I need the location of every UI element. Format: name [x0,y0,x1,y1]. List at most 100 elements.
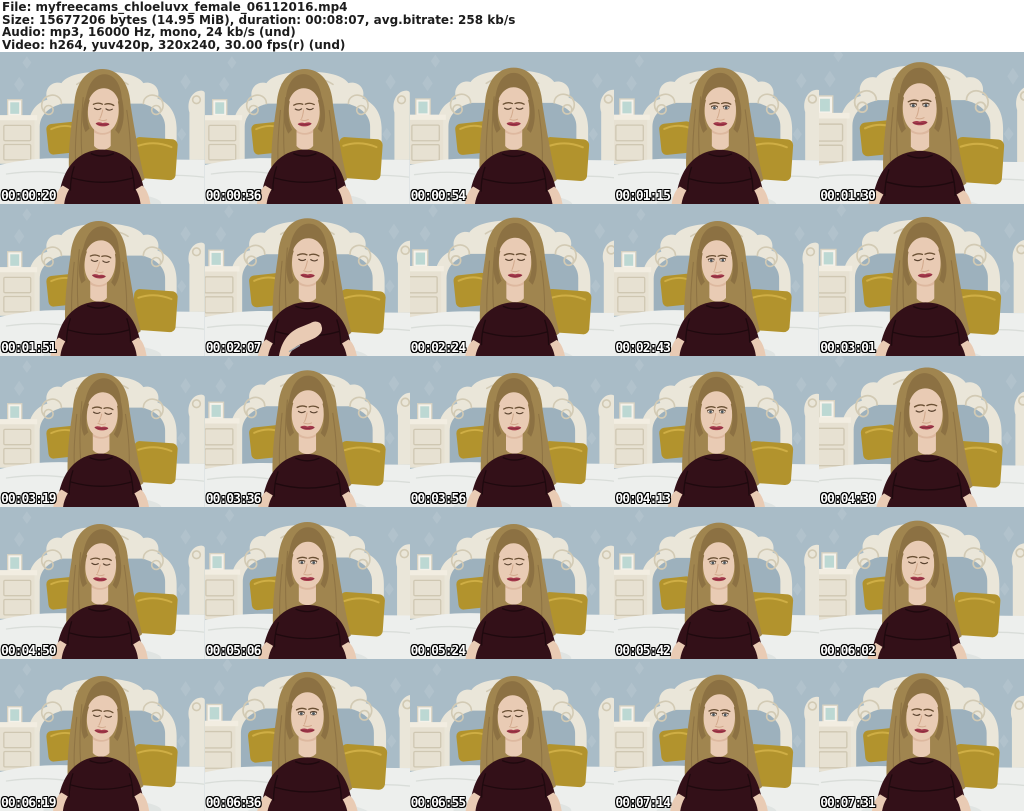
timestamp-label: 00:07:31 [820,795,876,811]
bed-post [599,89,615,161]
thumbnail: 00:04:50 [0,507,205,660]
thumbnail: 00:05:06 [204,507,410,660]
thumbnail: 00:01:51 [0,203,205,356]
timestamp-label: 00:02:43 [615,340,671,356]
thumbnail: 00:06:02 [819,507,1024,660]
bed-post [598,697,615,768]
timestamp-label: 00:05:24 [410,644,467,660]
webcam-frame-illustration [614,203,820,356]
timestamp-label: 00:03:01 [820,340,876,356]
webcam-frame-illustration [204,52,410,204]
webcam-frame-illustration [0,52,205,204]
timestamp-label: 00:04:30 [820,492,876,508]
bed-post [395,544,410,616]
bed-post [1012,239,1024,314]
timestamp-label: 00:00:36 [205,188,262,204]
webcam-frame-illustration [409,507,615,660]
webcam-frame-illustration [0,203,205,356]
thumbnail: 00:06:19 [0,659,205,811]
timestamp-label: 00:06:36 [205,795,262,811]
thumbnail: 00:05:42 [614,507,820,660]
timestamp-label: 00:04:13 [615,492,671,508]
thumbnail: 00:03:56 [409,355,615,508]
webcam-frame-illustration [0,659,205,811]
webcam-frame-illustration [204,203,410,356]
timestamp-label: 00:03:56 [410,492,467,508]
thumbnail: 00:05:24 [409,507,615,660]
timestamp-label: 00:05:42 [615,644,671,660]
file-info-audio-line: Audio: mp3, 16000 Hz, mono, 24 kb/s (und… [2,25,296,40]
timestamp-label: 00:03:19 [1,492,57,508]
file-info-header: File: myfreecams_chloeluvx_female_061120… [0,0,1024,52]
bed-post [802,242,820,312]
bed-post [598,394,615,464]
bed-post [804,696,820,768]
bed-post [188,242,205,312]
webcam-frame-illustration [819,203,1024,356]
thumbnail: 00:01:15 [614,52,820,204]
timestamp-label: 00:01:51 [1,340,57,356]
timestamp-label: 00:03:36 [205,492,262,508]
thumbnail: 00:03:01 [819,203,1024,356]
webcam-frame-illustration [614,355,820,508]
webcam-frame-illustration [409,659,615,811]
bed-post [1011,695,1024,768]
thumbnail: 00:01:30 [819,52,1024,204]
file-info-file-line: File: myfreecams_chloeluvx_female_061120… [2,0,348,14]
bed-post [804,89,820,161]
bed-post [393,90,410,160]
webcam-frame-illustration [614,52,820,204]
bed-post [396,240,410,313]
bed-post [1016,87,1024,163]
thumbnail: 00:02:43 [614,203,820,356]
webcam-frame-illustration [614,659,820,811]
timestamp-label: 00:06:02 [820,644,876,660]
webcam-frame-illustration [819,659,1024,811]
thumbnail: 00:04:30 [819,355,1024,508]
thumbnail: 00:02:07 [204,203,410,356]
timestamp-label: 00:02:24 [410,340,467,356]
thumbnail: 00:06:55 [409,659,615,811]
timestamp-label: 00:02:07 [205,340,262,356]
thumbnail: 00:03:36 [204,355,410,508]
bed-post [804,393,820,464]
timestamp-label: 00:07:14 [615,795,671,811]
thumbnail: 00:07:14 [614,659,820,811]
thumbnail: 00:07:31 [819,659,1024,811]
bed-post [1014,391,1024,466]
bed-post [804,545,820,616]
bed-post [188,697,205,768]
webcam-frame-illustration [204,355,410,508]
thumbnail: 00:02:24 [409,203,615,356]
contact-sheet: File: myfreecams_chloeluvx_female_061120… [0,0,1024,811]
webcam-frame-illustration [409,52,615,204]
webcam-frame-illustration [819,52,1024,204]
timestamp-label: 00:01:15 [615,188,671,204]
webcam-frame-illustration [0,355,205,508]
webcam-frame-illustration [409,355,615,508]
timestamp-label: 00:00:20 [1,188,57,204]
webcam-frame-illustration [614,507,820,660]
bed-post [602,240,615,313]
bed-post [188,546,205,616]
thumbnail: 00:00:36 [204,52,410,204]
thumbnail: 00:03:19 [0,355,205,508]
webcam-frame-illustration [409,203,615,356]
timestamp-label: 00:06:55 [410,795,467,811]
timestamp-label: 00:06:19 [1,795,57,811]
timestamp-label: 00:01:30 [820,188,876,204]
webcam-frame-illustration [204,659,410,811]
webcam-frame-illustration [0,507,205,660]
timestamp-label: 00:04:50 [1,644,57,660]
thumbnail: 00:06:36 [204,659,410,811]
bed-post [598,546,615,616]
thumbnail: 00:00:54 [409,52,615,204]
bed-post [398,695,410,769]
timestamp-label: 00:05:06 [205,644,262,660]
file-info-video-line: Video: h264, yuv420p, 320x240, 30.00 fps… [2,37,346,52]
thumbnail: 00:00:20 [0,52,205,204]
webcam-frame-illustration [819,507,1024,660]
bed-post [396,392,410,465]
timestamp-label: 00:00:54 [410,188,467,204]
bed-post [188,90,205,160]
